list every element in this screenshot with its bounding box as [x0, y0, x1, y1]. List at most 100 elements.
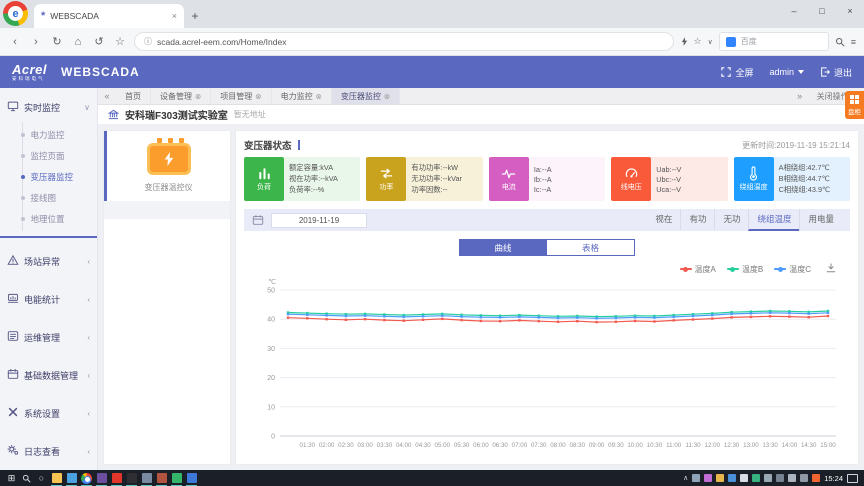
desktop-app[interactable] — [64, 470, 79, 486]
chevron-down-icon[interactable]: ∨ — [708, 38, 713, 46]
fullscreen-icon — [721, 67, 732, 77]
download-icon[interactable] — [826, 263, 836, 275]
tray-icon-8[interactable] — [776, 474, 785, 482]
close-button[interactable]: × — [836, 0, 864, 22]
chrome-logo-icon — [81, 472, 92, 484]
search-icon[interactable] — [835, 37, 845, 47]
sidebar-item-log-view[interactable]: 日志查看 ‹ — [0, 432, 97, 470]
tray-icon-3[interactable] — [716, 474, 725, 482]
sidebar-item-ops-management[interactable]: 运维管理 ‹ — [0, 318, 97, 356]
tab-close-icon[interactable]: ⊗ — [316, 92, 322, 101]
tab-transformer-monitor[interactable]: 变压器监控 ⊗ — [331, 88, 401, 104]
calendar-icon[interactable] — [252, 214, 264, 226]
view-button-2[interactable]: 表格 — [547, 239, 635, 256]
new-tab-button[interactable]: + — [184, 4, 206, 28]
tab-close-icon[interactable]: ⊗ — [384, 92, 390, 101]
browser-logo-icon[interactable]: e — [3, 1, 28, 26]
tray-icon-6[interactable] — [752, 474, 761, 482]
tab-device-mgmt[interactable]: 设备管理 ⊗ — [151, 88, 212, 104]
svg-text:03:00: 03:00 — [357, 442, 373, 449]
file-explorer[interactable] — [49, 470, 64, 486]
tabs-collapse-icon[interactable]: « — [98, 88, 116, 104]
chrome[interactable] — [79, 470, 94, 486]
tray-icon-1[interactable] — [692, 474, 701, 482]
sidebar-subitem-power-monitor[interactable]: 电力监控 — [20, 124, 97, 145]
tab-power-monitor[interactable]: 电力监控 ⊗ — [272, 88, 332, 104]
refresh-icon[interactable]: ↻ — [50, 35, 64, 48]
sidebar-subitem-label: 接线图 — [30, 192, 57, 203]
bullet-icon — [20, 174, 25, 179]
app-purple[interactable] — [94, 470, 109, 486]
metric-tab-4[interactable]: 绕组温度 — [748, 209, 800, 231]
favorite-star-icon[interactable]: ☆ — [694, 36, 702, 47]
app-red[interactable] — [109, 470, 124, 486]
app-black[interactable] — [124, 470, 139, 486]
menu-icon[interactable]: ≡ — [851, 37, 856, 47]
tab-close-icon[interactable]: ⊗ — [255, 92, 261, 101]
app-gray[interactable] — [139, 470, 154, 486]
tray-icon-10[interactable] — [800, 474, 809, 482]
sidebar-item-base-data[interactable]: 基础数据管理 ‹ — [0, 356, 97, 394]
tray-icon-2[interactable] — [704, 474, 713, 482]
tab-close-icon[interactable]: ⊗ — [195, 92, 201, 101]
browser-search-box[interactable]: 百度 — [718, 32, 829, 51]
sidebar-item-energy-stats[interactable]: 电能统计 ‹ — [0, 280, 97, 318]
panel-side-button[interactable]: 盘柜 — [845, 91, 864, 119]
legend-item-3[interactable]: 温度C — [774, 264, 811, 275]
sidebar-item-station-abnormal[interactable]: 场站异常 ‹ — [0, 242, 97, 280]
tabs-expand-icon[interactable]: » — [791, 88, 809, 104]
logout-button[interactable]: 退出 — [820, 66, 852, 79]
app-blue[interactable] — [184, 470, 199, 486]
address-bar[interactable]: ⓘ scada.acrel-eem.com/Home/Index — [134, 32, 674, 51]
taskbar-clock[interactable]: 15:24 — [824, 474, 843, 483]
back-icon[interactable]: ‹ — [8, 36, 22, 48]
start-button[interactable]: ⊞ — [4, 470, 19, 486]
app-brown[interactable] — [154, 470, 169, 486]
site-info-icon[interactable]: ⓘ — [144, 36, 152, 47]
building-icon — [108, 109, 119, 120]
date-input[interactable] — [271, 212, 367, 228]
metric-tab-2[interactable]: 有功 — [680, 209, 714, 231]
tray-icon-9[interactable] — [788, 474, 797, 482]
tab-project-mgmt[interactable]: 项目管理 ⊗ — [211, 88, 272, 104]
history-icon[interactable]: ↺ — [92, 35, 106, 48]
browser-tab[interactable]: * WEBSCADA × — [34, 4, 184, 28]
search-button[interactable] — [19, 470, 34, 486]
content-area: « 首页设备管理⊗项目管理⊗电力监控⊗变压器监控⊗ » 关闭操作 ∨ 安科瑞F3… — [98, 88, 864, 470]
file-explorer-icon — [51, 473, 62, 483]
sidebar-subitem-geo-location[interactable]: 地理位置 — [20, 208, 97, 229]
tab-home[interactable]: 首页 — [116, 88, 151, 104]
window-controls: – □ × — [780, 0, 864, 28]
legend-item-1[interactable]: 温度A — [679, 264, 716, 275]
device-item-selected[interactable]: 变压器温控仪 — [104, 131, 230, 201]
status-card-power: 功率 有功功率:--kW 无功功率:--kVar 功率因数:-- — [366, 157, 483, 201]
sidebar-item-system-settings[interactable]: 系统设置 ‹ — [0, 394, 97, 432]
sidebar-subitem-transformer-monitor[interactable]: 变压器监控 — [20, 166, 97, 187]
app-green[interactable] — [169, 470, 184, 486]
tab-close-icon[interactable]: × — [172, 11, 177, 21]
plugin-bolt-icon[interactable] — [681, 37, 688, 46]
legend-item-2[interactable]: 温度B — [726, 264, 763, 275]
forward-icon[interactable]: › — [29, 36, 43, 48]
bookmark-star-icon[interactable]: ☆ — [113, 35, 127, 48]
metric-tab-5[interactable]: 用电量 — [799, 209, 842, 231]
metric-tab-3[interactable]: 无功 — [714, 209, 748, 231]
view-button-1[interactable]: 曲线 — [459, 239, 547, 256]
tray-icon-7[interactable] — [764, 474, 773, 482]
metric-tab-1[interactable]: 视在 — [647, 209, 680, 231]
action-center-icon[interactable] — [847, 473, 858, 483]
sidebar-subitem-wiring-diagram[interactable]: 接线图 — [20, 187, 97, 208]
sidebar-subitem-monitor-page[interactable]: 监控页面 — [20, 145, 97, 166]
temperature-chart: 0 10 20 30 40 50 ℃ 01:30 02:00 02:30 03:00 03:30 04:… — [244, 276, 850, 458]
tray-expand[interactable]: ∧ — [683, 474, 688, 482]
minimize-button[interactable]: – — [780, 0, 808, 22]
tray-icon-4[interactable] — [728, 474, 737, 482]
tray-icon-11[interactable] — [812, 474, 821, 482]
maximize-button[interactable]: □ — [808, 0, 836, 22]
tray-icon-5[interactable] — [740, 474, 749, 482]
fullscreen-button[interactable]: 全屏 — [721, 66, 753, 79]
cortana-button[interactable]: ○ — [34, 470, 49, 486]
home-icon[interactable]: ⌂ — [71, 36, 85, 48]
user-menu[interactable]: admin — [769, 67, 804, 77]
sidebar-item-realtime-monitor[interactable]: 实时监控 ∨ — [0, 92, 97, 122]
